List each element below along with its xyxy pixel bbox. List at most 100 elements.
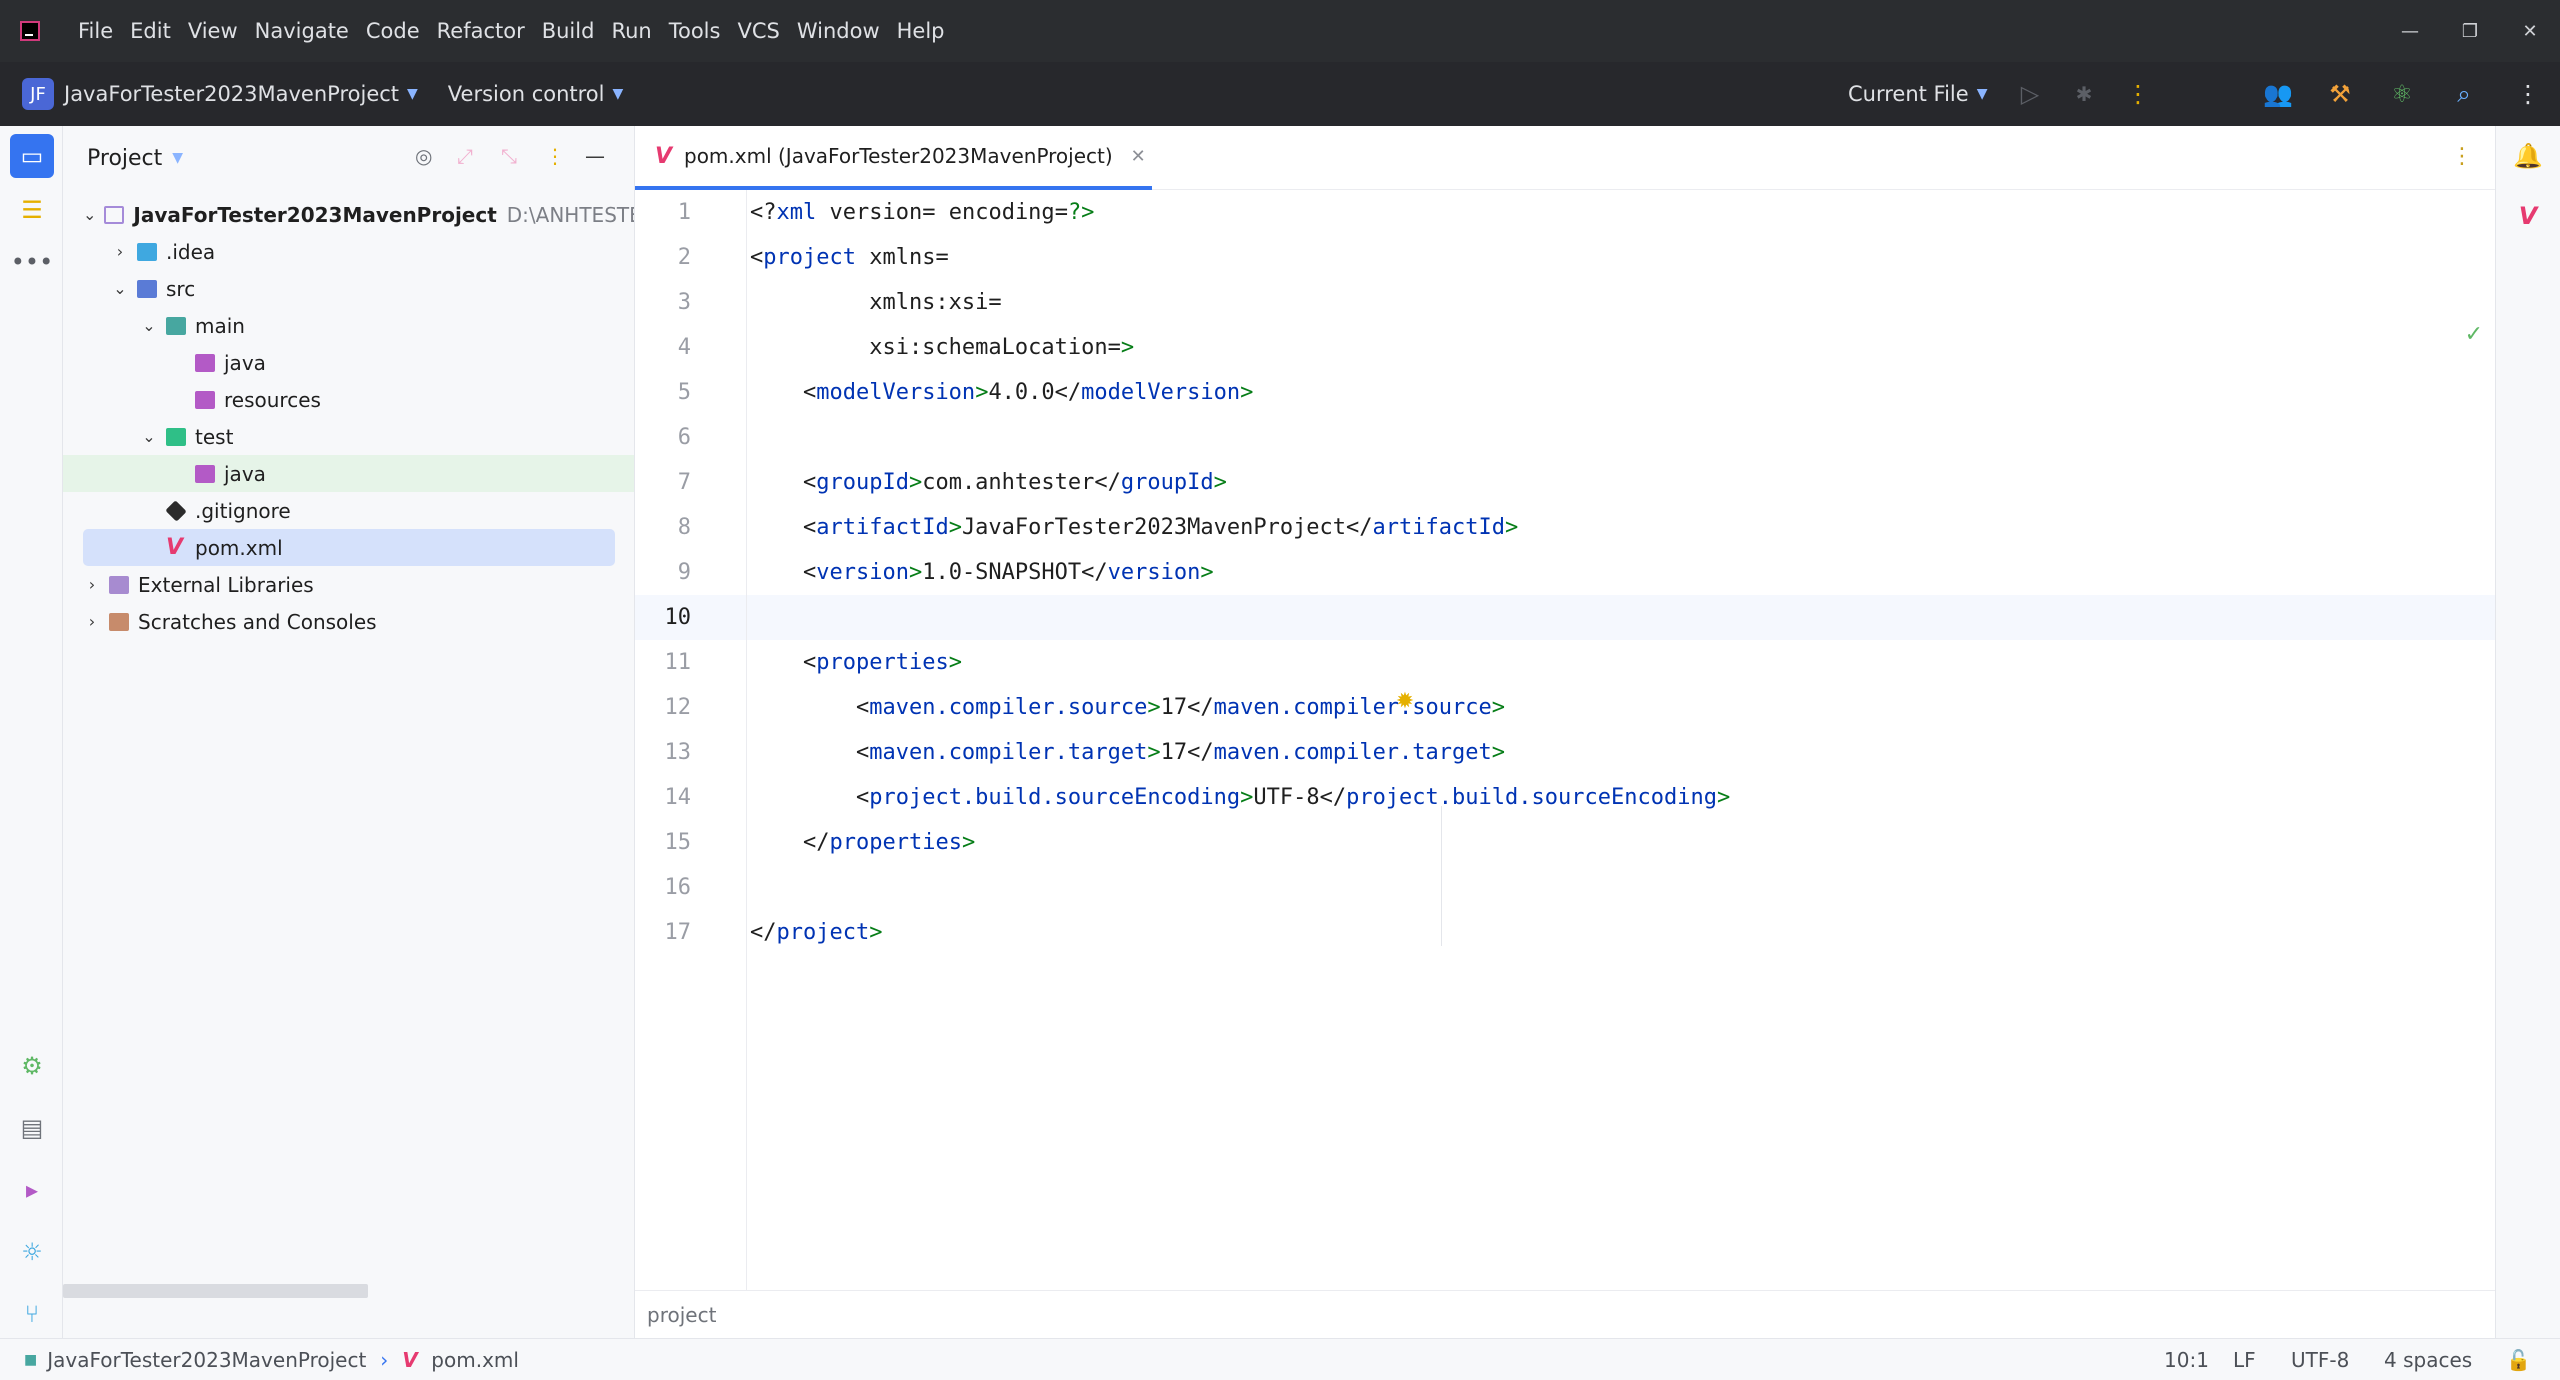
tab-options-icon[interactable]: ⋮ [2451, 144, 2473, 169]
tree-item-gitignore[interactable]: .gitignore [63, 492, 634, 529]
git-branch-icon[interactable]: ⑂ [10, 1292, 54, 1336]
tree-item-main[interactable]: ⌄ main [63, 307, 634, 344]
restore-button[interactable]: ❐ [2440, 0, 2500, 62]
project-badge[interactable]: JF [22, 78, 54, 110]
tree-item-label: pom.xml [195, 535, 283, 560]
database-icon[interactable]: ▤ [10, 1106, 54, 1150]
collapse-all-icon[interactable]: ⤡ [501, 144, 517, 168]
code-line[interactable]: <project xmlns= [750, 235, 949, 280]
code-line[interactable]: <?xml version= encoding=?> [750, 190, 1094, 235]
menu-window[interactable]: Window [797, 19, 880, 43]
code-line[interactable]: <project.build.sourceEncoding>UTF-8</pro… [750, 775, 1730, 820]
search-icon[interactable]: ⌕ [2442, 62, 2486, 126]
maven-tool-icon[interactable]: V [2508, 196, 2548, 236]
tree-item-src[interactable]: ⌄ src [63, 270, 634, 307]
run-icon[interactable]: ▷ [2008, 62, 2052, 126]
tree-item-project-root[interactable]: ⌄ JavaForTester2023MavenProject D:\ANHTE… [63, 196, 634, 233]
close-window-button[interactable]: ✕ [2500, 0, 2560, 62]
chevron-right-icon[interactable]: › [83, 575, 101, 594]
close-tab-icon[interactable]: ✕ [1131, 146, 1146, 167]
code-line[interactable]: <groupId>com.anhtester</groupId> [750, 460, 1227, 505]
tab-pom-xml[interactable]: V pom.xml (JavaForTester2023MavenProject… [635, 126, 1152, 190]
chevron-down-icon[interactable]: ⌄ [83, 205, 96, 224]
tree-item-test[interactable]: ⌄ test [63, 418, 634, 455]
line-number-gutter: 1 2 3 4 5 6 7 8 9 10 11 12 13 14 15 16 17 [635, 190, 747, 1290]
project-tool-icon[interactable]: ▭ [10, 134, 54, 178]
tree-item-test-java[interactable]: java [63, 455, 634, 492]
code-line[interactable]: <properties> [750, 640, 962, 685]
more-tools-icon[interactable]: ••• [10, 240, 54, 284]
debug-icon[interactable]: ✱ [2062, 62, 2106, 126]
menu-help[interactable]: Help [897, 19, 945, 43]
code-line[interactable]: <version>1.0-SNAPSHOT</version> [750, 550, 1214, 595]
tree-item-main-java[interactable]: java [63, 344, 634, 381]
line-separator[interactable]: LF [2233, 1339, 2256, 1380]
minimize-button[interactable]: — [2380, 0, 2440, 62]
java-test-folder-icon [195, 464, 215, 483]
tree-item-pom-xml[interactable]: V pom.xml [83, 529, 615, 566]
editor-breadcrumb[interactable]: project [635, 1290, 2495, 1338]
no-problems-check-icon[interactable]: ✓ [2465, 322, 2483, 347]
horizontal-scrollbar[interactable] [63, 1284, 368, 1298]
code-with-me-icon[interactable]: 👥 [2256, 62, 2300, 126]
structure-tool-icon[interactable]: ☰ [10, 188, 54, 232]
chevron-down-icon[interactable]: ⌄ [111, 279, 129, 298]
code-line[interactable]: </properties> [750, 820, 975, 865]
project-panel-title[interactable]: Project [87, 146, 162, 171]
problems-icon[interactable]: ☼ [10, 1230, 54, 1274]
panel-options-icon[interactable]: ⋮ [545, 144, 565, 168]
version-control-menu[interactable]: Version control [448, 82, 605, 106]
lightbulb-icon[interactable]: ✹ [1392, 688, 1418, 714]
project-switcher[interactable]: JavaForTester2023MavenProject [64, 82, 399, 106]
tree-item-external-libraries[interactable]: › External Libraries [63, 566, 634, 603]
code-line[interactable]: </project> [750, 910, 882, 955]
menu-code[interactable]: Code [366, 19, 420, 43]
line-number: 17 [664, 920, 692, 945]
caret-position[interactable]: 10:1 [2164, 1339, 2209, 1380]
line-number: 13 [664, 740, 692, 765]
notifications-bell-icon[interactable]: 🔔 [2508, 136, 2548, 176]
status-crumb-file[interactable]: pom.xml [431, 1348, 519, 1372]
menu-refactor[interactable]: Refactor [437, 19, 525, 43]
more-actions-icon[interactable]: ⋮ [2116, 62, 2160, 126]
services-icon[interactable]: ⚙ [10, 1044, 54, 1088]
chevron-right-icon[interactable]: › [83, 612, 101, 631]
expand-all-icon[interactable]: ⤢ [457, 144, 473, 168]
chevron-right-icon[interactable]: › [111, 242, 129, 261]
tree-item-scratches[interactable]: › Scratches and Consoles [63, 603, 634, 640]
indent-setting[interactable]: 4 spaces [2384, 1339, 2472, 1380]
code-line[interactable]: <artifactId>JavaForTester2023MavenProjec… [750, 505, 1518, 550]
chevron-down-icon[interactable]: ⌄ [140, 316, 158, 335]
menu-view[interactable]: View [188, 19, 238, 43]
chevron-down-icon[interactable]: ▼ [613, 86, 624, 102]
tree-item-idea[interactable]: › .idea [63, 233, 634, 270]
code-line[interactable]: xsi:schemaLocation=> [750, 325, 1134, 370]
menu-edit[interactable]: Edit [130, 19, 171, 43]
code-line[interactable]: xmlns:xsi= [750, 280, 1001, 325]
settings-menu-icon[interactable]: ⋮ [2506, 62, 2550, 126]
intellij-logo-icon[interactable] [20, 21, 40, 41]
ai-assistant-icon[interactable]: ⚛ [2380, 62, 2424, 126]
chevron-down-icon[interactable]: ▼ [407, 86, 418, 102]
menu-file[interactable]: File [78, 19, 113, 43]
module-folder-icon [166, 316, 186, 335]
menu-run[interactable]: Run [611, 19, 651, 43]
locate-file-icon[interactable]: ◎ [415, 144, 432, 168]
code-line[interactable]: <maven.compiler.target>17</maven.compile… [750, 730, 1505, 775]
status-crumb-project[interactable]: JavaForTester2023MavenProject [47, 1348, 366, 1372]
run-config-selector[interactable]: Current File ▼ [1848, 62, 1987, 126]
read-only-lock-icon[interactable]: 🔓 [2506, 1339, 2531, 1380]
build-tools-icon[interactable]: ⚒ [2318, 62, 2362, 126]
chevron-down-icon[interactable]: ⌄ [140, 427, 158, 446]
code-line[interactable]: <modelVersion>4.0.0</modelVersion> [750, 370, 1253, 415]
hide-panel-icon[interactable]: — [585, 144, 605, 168]
menu-navigate[interactable]: Navigate [255, 19, 349, 43]
menu-vcs[interactable]: VCS [737, 19, 779, 43]
terminal-icon[interactable]: ▸ [10, 1168, 54, 1212]
file-encoding[interactable]: UTF-8 [2291, 1339, 2349, 1380]
menu-build[interactable]: Build [542, 19, 595, 43]
chevron-down-icon[interactable]: ▼ [172, 150, 183, 166]
menu-tools[interactable]: Tools [669, 19, 721, 43]
editor-tab-bar: V pom.xml (JavaForTester2023MavenProject… [635, 126, 2495, 190]
tree-item-resources[interactable]: resources [63, 381, 634, 418]
